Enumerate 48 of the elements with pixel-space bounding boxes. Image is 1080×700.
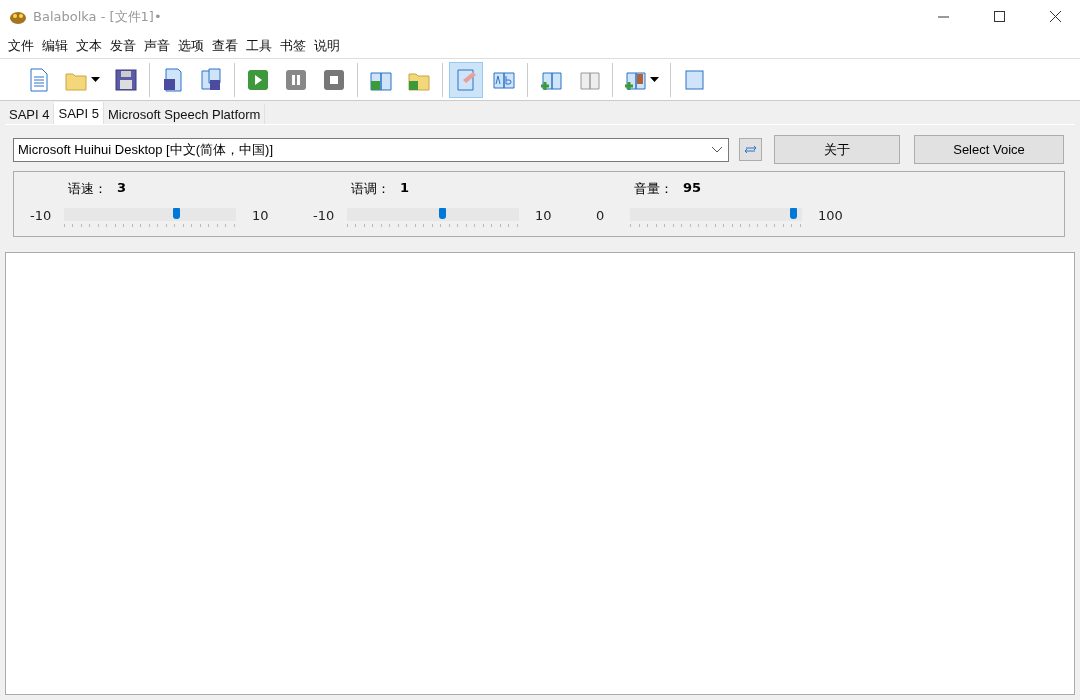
menu-item[interactable]: 工具: [242, 36, 276, 55]
menu-item[interactable]: 文件: [4, 36, 38, 55]
chevron-down-icon: [712, 146, 722, 153]
caret-icon: [91, 77, 100, 82]
slider-min: -10: [29, 207, 53, 223]
slider-thumb[interactable]: [790, 208, 798, 219]
menu-item[interactable]: 说明: [310, 36, 344, 55]
slider-value: 95: [683, 180, 702, 197]
stop-icon: [323, 67, 345, 92]
document-floppy-icon: [162, 67, 184, 92]
slider-value: 3: [117, 180, 127, 197]
slider-value: 1: [400, 180, 410, 197]
slider-max: 100: [817, 207, 844, 223]
maximize-icon: [993, 11, 1005, 22]
pause-icon: [285, 67, 307, 92]
slider-label: 音量：: [634, 180, 673, 198]
slider-max: 10: [534, 207, 553, 223]
slider-min: -10: [312, 207, 336, 223]
document-edit-icon: [455, 67, 477, 92]
slider-min: 0: [595, 207, 606, 223]
slider-thumb[interactable]: [438, 208, 446, 219]
voice-button[interactable]: 关于: [774, 135, 900, 164]
slider-max: 10: [251, 207, 270, 223]
slider-track[interactable]: [64, 208, 236, 228]
close-icon: [1049, 11, 1061, 22]
play-icon: [247, 67, 269, 92]
slider-thumb[interactable]: [172, 208, 180, 219]
menu-item[interactable]: 文本: [72, 36, 106, 55]
app-logo-icon: [9, 9, 27, 24]
slider-track[interactable]: [630, 208, 802, 228]
arrows-icon: [744, 145, 757, 154]
menu-item[interactable]: 查看: [208, 36, 242, 55]
menu-item[interactable]: 发音: [106, 36, 140, 55]
caret-icon: [650, 77, 659, 82]
window-title: Balabolka - [文件1]•: [33, 7, 163, 26]
voice-button[interactable]: Select Voice: [914, 135, 1064, 164]
menu-item[interactable]: 编辑: [38, 36, 72, 55]
menu-item[interactable]: 选项: [174, 36, 208, 55]
documents-floppy-icon: [200, 67, 222, 92]
refresh-button[interactable]: [739, 138, 762, 161]
menu-item[interactable]: 书签: [276, 36, 310, 55]
menu-item[interactable]: 声音: [140, 36, 174, 55]
slider-track[interactable]: [347, 208, 519, 228]
slider-label: 语调：: [351, 180, 390, 198]
tab[interactable]: SAPI 5: [54, 102, 104, 124]
document-icon: [28, 67, 50, 92]
slider-label: 语速：: [68, 180, 107, 198]
voice-dropdown[interactable]: Microsoft Huihui Desktop [中文(简体，中国)]: [13, 137, 729, 162]
